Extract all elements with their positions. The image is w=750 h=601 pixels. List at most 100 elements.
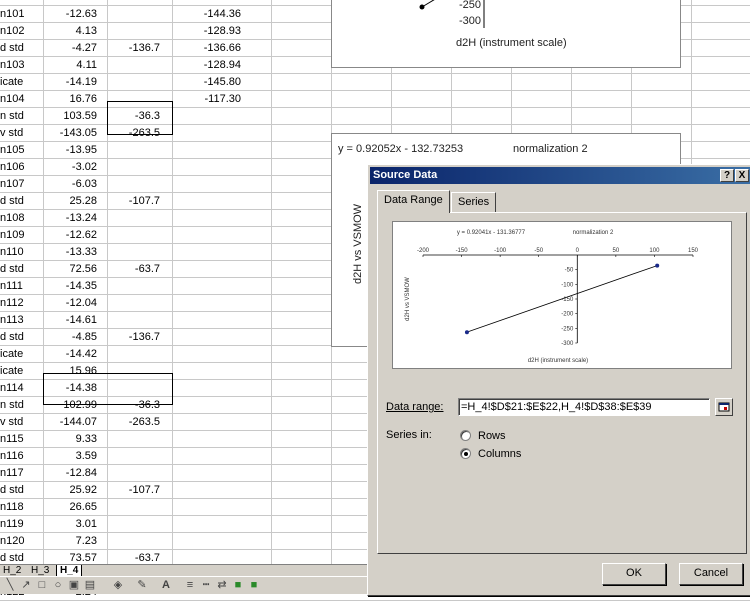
rectangle-tool-icon[interactable]: □ <box>36 579 48 591</box>
table-cell[interactable]: n120 <box>0 533 43 549</box>
rows-radio[interactable] <box>460 430 471 441</box>
table-cell[interactable] <box>108 346 172 362</box>
table-cell[interactable] <box>108 465 172 481</box>
table-cell[interactable] <box>173 312 271 328</box>
table-cell[interactable]: -12.63 <box>44 6 107 22</box>
table-cell[interactable]: -13.95 <box>44 142 107 158</box>
line-tool-icon[interactable]: ╲ <box>4 579 16 591</box>
table-cell[interactable] <box>108 533 172 549</box>
table-cell[interactable] <box>108 23 172 39</box>
table-cell[interactable]: 7.23 <box>44 533 107 549</box>
table-cell[interactable]: n110 <box>0 244 43 260</box>
table-cell[interactable] <box>108 448 172 464</box>
table-cell[interactable]: -14.19 <box>44 74 107 90</box>
table-cell[interactable] <box>173 499 271 515</box>
table-cell[interactable]: 103.59 <box>44 108 107 124</box>
rows-label[interactable]: Rows <box>478 430 506 442</box>
table-cell[interactable] <box>173 448 271 464</box>
table-cell[interactable]: 72.56 <box>44 261 107 277</box>
table-cell[interactable] <box>173 414 271 430</box>
table-cell[interactable] <box>173 193 271 209</box>
table-cell[interactable]: n105 <box>0 142 43 158</box>
table-cell[interactable] <box>173 295 271 311</box>
table-cell[interactable] <box>108 312 172 328</box>
fill-color-icon[interactable]: ◈ <box>112 579 124 591</box>
table-cell[interactable]: -14.35 <box>44 278 107 294</box>
dialog-titlebar[interactable]: Source Data ? X <box>370 167 750 184</box>
table-cell[interactable]: n106 <box>0 159 43 175</box>
table-cell[interactable]: -0.00 <box>44 0 107 5</box>
help-button[interactable]: ? <box>720 169 734 182</box>
table-cell[interactable] <box>108 516 172 532</box>
table-cell[interactable]: n109 <box>0 227 43 243</box>
font-color-icon[interactable]: A <box>160 579 172 591</box>
table-cell[interactable] <box>108 6 172 22</box>
table-cell[interactable]: n101 <box>0 6 43 22</box>
table-cell[interactable] <box>108 159 172 175</box>
cancel-button[interactable]: Cancel <box>679 563 743 585</box>
shadow-icon[interactable]: ■ <box>232 579 244 591</box>
table-cell[interactable] <box>108 91 172 107</box>
data-range-input[interactable] <box>458 398 710 416</box>
table-cell[interactable]: -13.33 <box>44 244 107 260</box>
table-cell[interactable]: 25.92 <box>44 482 107 498</box>
table-cell[interactable] <box>173 482 271 498</box>
table-cell[interactable]: n112 <box>0 295 43 311</box>
table-cell[interactable] <box>108 227 172 243</box>
table-cell[interactable]: -14.42 <box>44 346 107 362</box>
table-cell[interactable] <box>108 210 172 226</box>
table-cell[interactable] <box>108 0 172 5</box>
table-cell[interactable]: -3.02 <box>44 159 107 175</box>
table-cell[interactable]: icate <box>0 74 43 90</box>
table-cell[interactable]: n108 <box>0 210 43 226</box>
table-cell[interactable]: 25.28 <box>44 193 107 209</box>
oval-tool-icon[interactable]: ○ <box>52 579 64 591</box>
table-cell[interactable]: -144.07 <box>44 414 107 430</box>
table-cell[interactable]: 3.01 <box>44 516 107 532</box>
table-cell[interactable]: 9.33 <box>44 431 107 447</box>
table-cell[interactable]: 102.99 <box>44 397 107 413</box>
table-cell[interactable] <box>108 380 172 396</box>
table-cell[interactable]: -136.7 <box>108 329 172 345</box>
ok-button[interactable]: OK <box>602 563 666 585</box>
table-cell[interactable] <box>173 210 271 226</box>
table-cell[interactable]: n119 <box>0 516 43 532</box>
table-cell[interactable] <box>173 431 271 447</box>
table-cell[interactable]: -144.3 <box>173 0 271 5</box>
table-cell[interactable] <box>173 108 271 124</box>
table-cell[interactable]: -14.38 <box>44 380 107 396</box>
table-cell[interactable]: n104 <box>0 91 43 107</box>
table-cell[interactable]: -128.94 <box>173 57 271 73</box>
table-cell[interactable]: -12.62 <box>44 227 107 243</box>
table-cell[interactable]: -6.03 <box>44 176 107 192</box>
table-cell[interactable]: icate <box>0 346 43 362</box>
columns-radio[interactable] <box>460 448 471 459</box>
table-cell[interactable]: n115 <box>0 431 43 447</box>
table-cell[interactable] <box>108 176 172 192</box>
table-cell[interactable]: -117.30 <box>173 91 271 107</box>
table-cell[interactable] <box>108 57 172 73</box>
table-cell[interactable] <box>173 278 271 294</box>
table-cell[interactable] <box>173 465 271 481</box>
table-cell[interactable]: -12.84 <box>44 465 107 481</box>
table-cell[interactable]: d std <box>0 482 43 498</box>
table-cell[interactable]: 15.96 <box>44 363 107 379</box>
table-cell[interactable]: n107 <box>0 176 43 192</box>
table-cell[interactable]: -14.61 <box>44 312 107 328</box>
table-cell[interactable] <box>173 244 271 260</box>
collapse-dialog-button[interactable] <box>715 398 733 416</box>
table-cell[interactable] <box>173 261 271 277</box>
table-cell[interactable]: n114 <box>0 380 43 396</box>
line-color-icon[interactable]: ✎ <box>136 579 148 591</box>
table-cell[interactable] <box>173 142 271 158</box>
table-cell[interactable]: 4.13 <box>44 23 107 39</box>
tab-series[interactable]: Series <box>451 192 497 212</box>
3d-icon[interactable]: ■ <box>248 579 260 591</box>
table-cell[interactable]: n103 <box>0 57 43 73</box>
table-cell[interactable]: -128.93 <box>173 23 271 39</box>
table-cell[interactable] <box>173 176 271 192</box>
textbox-tool-icon[interactable]: ▣ <box>68 579 80 591</box>
table-cell[interactable]: 16.76 <box>44 91 107 107</box>
table-cell[interactable]: 26.65 <box>44 499 107 515</box>
table-cell[interactable]: -136.66 <box>173 40 271 56</box>
